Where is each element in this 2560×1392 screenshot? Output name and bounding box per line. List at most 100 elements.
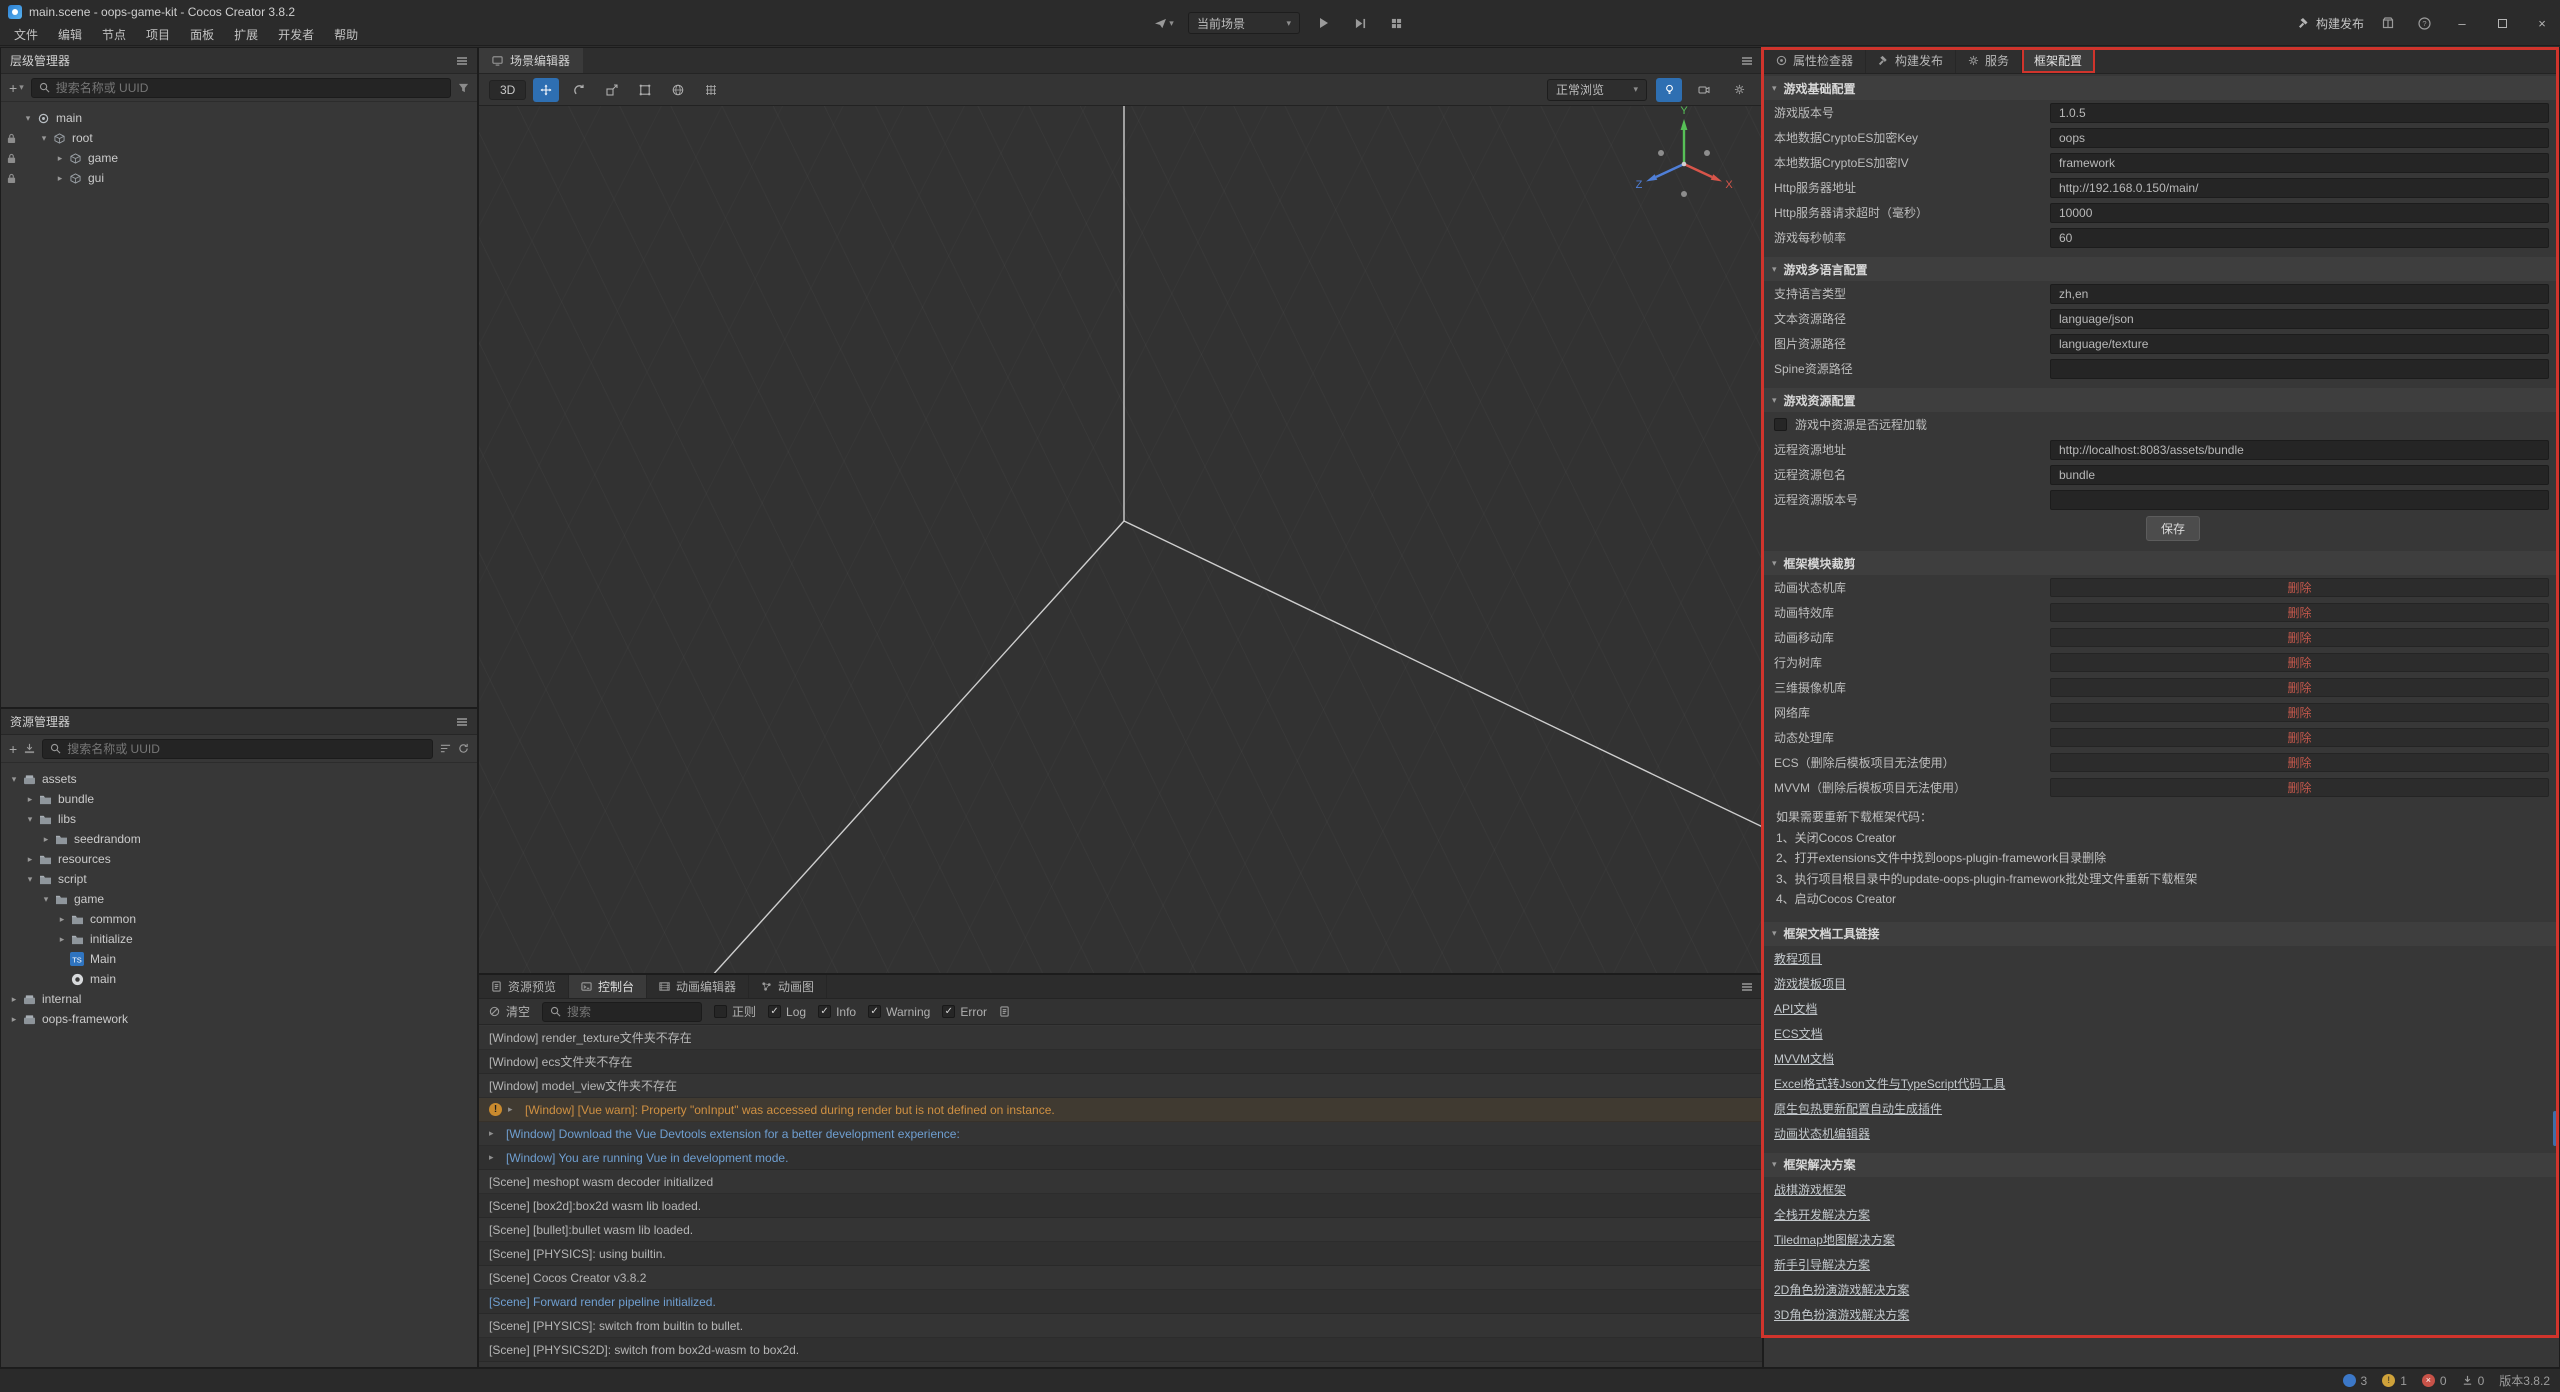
filter-log-checkbox[interactable]: ✓Log	[768, 1005, 806, 1019]
property-input[interactable]	[2050, 103, 2549, 123]
doc-link[interactable]: 原生包热更新配置自动生成插件	[1774, 1100, 1942, 1117]
view-mode-select[interactable]: 正常浏览 ▾	[1547, 79, 1647, 101]
refresh-icon[interactable]	[458, 743, 469, 754]
assets-node-resources[interactable]: ▸resources	[1, 849, 477, 869]
expand-arrow[interactable]: ▸	[23, 854, 37, 865]
delete-button[interactable]: 删除	[2050, 703, 2549, 722]
doc-link[interactable]: 全栈开发解决方案	[1774, 1206, 1870, 1223]
panel-menu-icon[interactable]	[456, 55, 468, 67]
expand-arrow[interactable]: ▸	[7, 994, 21, 1005]
warning-count-badge[interactable]: ! 1	[2382, 1374, 2407, 1388]
collapse-logs-icon[interactable]	[999, 1006, 1010, 1017]
expand-arrow[interactable]: ▾	[7, 774, 21, 785]
package-icon[interactable]	[2376, 12, 2400, 34]
light-toggle-button[interactable]	[1656, 78, 1682, 102]
tab-inspector[interactable]: 属性检查器	[1764, 48, 1866, 73]
scene-select[interactable]: 当前场景 ▾	[1188, 12, 1300, 34]
menu-edit[interactable]: 编辑	[48, 24, 92, 46]
doc-link[interactable]: 战棋游戏框架	[1774, 1181, 1846, 1198]
log-row[interactable]: [Window] model_view文件夹不存在	[479, 1074, 1762, 1098]
property-input[interactable]	[2050, 490, 2549, 510]
hierarchy-node-game[interactable]: ▸game	[1, 148, 477, 168]
expand-arrow[interactable]: ▾	[21, 113, 35, 124]
filter-warning-checkbox[interactable]: ✓Warning	[868, 1005, 930, 1019]
hierarchy-search-input[interactable]	[56, 81, 443, 95]
log-row[interactable]: [Window] ecs文件夹不存在	[479, 1050, 1762, 1074]
create-asset-button[interactable]: +	[9, 741, 17, 757]
menu-project[interactable]: 项目	[136, 24, 180, 46]
doc-link[interactable]: 教程项目	[1774, 950, 1822, 967]
filter-error-checkbox[interactable]: ✓Error	[942, 1005, 987, 1019]
delete-button[interactable]: 删除	[2050, 628, 2549, 647]
property-input[interactable]	[2050, 178, 2549, 198]
log-row[interactable]: [Scene] Cocos Creator v3.8.2	[479, 1266, 1762, 1290]
menu-developer[interactable]: 开发者	[268, 24, 324, 46]
close-button[interactable]: ×	[2528, 9, 2556, 37]
property-input[interactable]	[2050, 128, 2549, 148]
hierarchy-node-main[interactable]: ▾main	[1, 108, 477, 128]
log-count-badge[interactable]: 3	[2343, 1374, 2368, 1388]
doc-link[interactable]: Excel格式转Json文件与TypeScript代码工具	[1774, 1075, 2005, 1092]
layout-button[interactable]	[1384, 12, 1408, 34]
property-input[interactable]	[2050, 309, 2549, 329]
play-button[interactable]	[1312, 12, 1336, 34]
scale-tool-button[interactable]	[599, 78, 625, 102]
import-icon[interactable]	[24, 743, 35, 754]
hierarchy-node-root[interactable]: ▾root	[1, 128, 477, 148]
property-input[interactable]	[2050, 153, 2549, 173]
expand-arrow[interactable]: ▸	[39, 834, 53, 845]
delete-button[interactable]: 删除	[2050, 603, 2549, 622]
expand-arrow[interactable]: ▸	[7, 1014, 21, 1025]
scene-viewport[interactable]: Y X Z	[479, 106, 1762, 973]
section-header-module-trim[interactable]: ▾框架模块裁剪	[1764, 551, 2559, 575]
menu-extension[interactable]: 扩展	[224, 24, 268, 46]
panel-menu-icon[interactable]	[1732, 48, 1762, 73]
log-row[interactable]: [Scene] [bullet]:bullet wasm lib loaded.	[479, 1218, 1762, 1242]
build-publish-button[interactable]: 构建发布	[2298, 15, 2364, 32]
doc-link[interactable]: 动画状态机编辑器	[1774, 1125, 1870, 1142]
expand-arrow[interactable]: ▸	[53, 153, 67, 164]
log-row[interactable]: [Scene] Forward render pipeline initiali…	[479, 1290, 1762, 1314]
assets-node-bundle[interactable]: ▸bundle	[1, 789, 477, 809]
section-header-solutions[interactable]: ▾框架解决方案	[1764, 1153, 2559, 1177]
orientation-gizmo[interactable]: Y X Z	[1636, 106, 1734, 197]
scrollbar-thumb[interactable]	[2553, 1111, 2557, 1146]
sort-icon[interactable]	[440, 743, 451, 754]
console-search-input[interactable]	[567, 1005, 694, 1019]
world-tool-button[interactable]	[665, 78, 691, 102]
log-row[interactable]: [Scene] [box2d]:box2d wasm lib loaded.	[479, 1194, 1762, 1218]
assets-node-seedrandom[interactable]: ▸seedrandom	[1, 829, 477, 849]
assets-node-assets[interactable]: ▾assets	[1, 769, 477, 789]
maximize-button[interactable]	[2488, 9, 2516, 37]
hierarchy-node-gui[interactable]: ▸gui	[1, 168, 477, 188]
error-count-badge[interactable]: × 0	[2422, 1374, 2447, 1388]
section-header-basic-config[interactable]: ▾游戏基础配置	[1764, 76, 2559, 100]
delete-button[interactable]: 删除	[2050, 653, 2549, 672]
panel-menu-icon[interactable]	[456, 716, 468, 728]
assets-node-internal[interactable]: ▸internal	[1, 989, 477, 1009]
expand-arrow[interactable]: ▸	[489, 1152, 500, 1163]
panel-menu-icon[interactable]	[1732, 975, 1762, 998]
delete-button[interactable]: 删除	[2050, 778, 2549, 797]
delete-button[interactable]: 删除	[2050, 578, 2549, 597]
filter-info-checkbox[interactable]: ✓Info	[818, 1005, 856, 1019]
assets-node-game[interactable]: ▾game	[1, 889, 477, 909]
property-input[interactable]	[2050, 334, 2549, 354]
assets-search-input[interactable]	[67, 742, 425, 756]
menu-file[interactable]: 文件	[4, 24, 48, 46]
expand-arrow[interactable]: ▸	[55, 934, 69, 945]
rect-tool-button[interactable]	[632, 78, 658, 102]
snap-tool-button[interactable]	[698, 78, 724, 102]
assets-node-main[interactable]: main	[1, 969, 477, 989]
tab-animation-graph[interactable]: 动画图	[749, 975, 827, 998]
gear-icon[interactable]	[1726, 78, 1752, 102]
delete-button[interactable]: 删除	[2050, 753, 2549, 772]
section-header-doc-links[interactable]: ▾框架文档工具链接	[1764, 922, 2559, 946]
expand-arrow[interactable]: ▾	[23, 874, 37, 885]
assets-node-oops-framework[interactable]: ▸oops-framework	[1, 1009, 477, 1029]
doc-link[interactable]: API文档	[1774, 1000, 1817, 1017]
property-input[interactable]	[2050, 203, 2549, 223]
property-input[interactable]	[2050, 284, 2549, 304]
property-input[interactable]	[2050, 440, 2549, 460]
doc-link[interactable]: 2D角色扮演游戏解决方案	[1774, 1281, 1909, 1298]
